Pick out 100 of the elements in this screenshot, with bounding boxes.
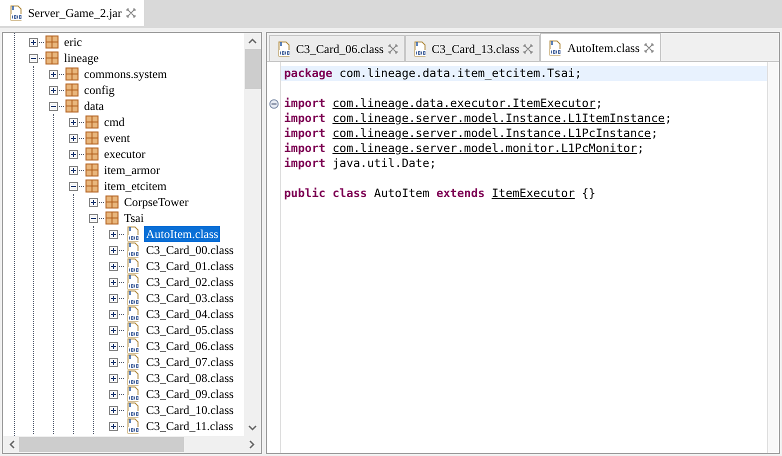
- tree-item[interactable]: eric: [62, 34, 84, 50]
- code-line: import java.util.Date;: [284, 154, 436, 172]
- expand-toggle-icon[interactable]: [109, 262, 118, 270]
- tree-item[interactable]: C3_Card_02.class: [144, 274, 236, 290]
- expand-toggle-icon[interactable]: [49, 86, 58, 94]
- class-file-icon: [125, 274, 141, 290]
- code-line: import com.lineage.server.model.monitor.L1PcMonitor;: [284, 140, 644, 157]
- tree-item[interactable]: C3_Card_07.class: [144, 354, 236, 370]
- jar-tab[interactable]: Server_Game_2.jar: [0, 0, 144, 26]
- horizontal-scrollbar[interactable]: [3, 436, 261, 453]
- expand-toggle-icon[interactable]: [109, 390, 118, 398]
- expand-toggle-icon[interactable]: [29, 38, 38, 46]
- tree-item[interactable]: executor: [102, 146, 148, 162]
- tree-item[interactable]: C3_Card_00.class: [144, 242, 236, 258]
- close-icon[interactable]: [126, 8, 136, 18]
- tree-item[interactable]: C3_Card_05.class: [144, 322, 236, 338]
- package-icon: [85, 179, 99, 193]
- class-file-icon: [125, 242, 141, 258]
- tree-item[interactable]: C3_Card_06.class: [144, 338, 236, 354]
- tree-item[interactable]: CorpseTower: [122, 194, 190, 210]
- tree-item[interactable]: AutoItem.class: [144, 226, 220, 242]
- scroll-left-icon[interactable]: [9, 440, 15, 449]
- editor-tab[interactable]: AutoItem.class: [540, 33, 661, 61]
- expand-toggle-icon[interactable]: [109, 374, 118, 382]
- tree-item[interactable]: C3_Card_01.class: [144, 258, 236, 274]
- expand-toggle-icon[interactable]: [109, 358, 118, 366]
- close-icon[interactable]: [388, 44, 398, 54]
- package-icon: [105, 195, 119, 209]
- expand-toggle-icon[interactable]: [69, 134, 78, 142]
- package-icon: [85, 115, 99, 129]
- tree-item[interactable]: C3_Card_10.class: [144, 402, 236, 418]
- expand-toggle-icon[interactable]: [109, 278, 118, 286]
- package-icon: [45, 51, 59, 65]
- expand-toggle-icon[interactable]: [109, 310, 118, 318]
- tree-item[interactable]: lineage: [62, 50, 101, 66]
- tree-item[interactable]: item_armor: [102, 162, 162, 178]
- class-file-icon: [125, 306, 141, 322]
- package-icon: [105, 211, 119, 225]
- close-icon[interactable]: [523, 44, 534, 54]
- package-icon: [85, 163, 99, 177]
- expand-toggle-icon[interactable]: [49, 70, 58, 78]
- expand-toggle-icon[interactable]: [109, 342, 118, 350]
- collapse-toggle-icon[interactable]: [29, 54, 38, 62]
- class-file-icon: [125, 418, 141, 434]
- editor-tab[interactable]: C3_Card_06.class: [269, 35, 405, 61]
- expand-toggle-icon[interactable]: [109, 230, 118, 238]
- tree-item[interactable]: item_etcitem: [102, 178, 169, 194]
- class-file-icon: [276, 40, 292, 56]
- tree-item[interactable]: C3_Card_11.class: [144, 418, 236, 434]
- tree-item[interactable]: data: [82, 98, 106, 114]
- package-icon: [65, 99, 79, 113]
- editor-tab[interactable]: C3_Card_13.class: [404, 35, 540, 61]
- tree-item[interactable]: C3_Card_08.class: [144, 370, 236, 386]
- tree-item[interactable]: event: [102, 130, 132, 146]
- vertical-scrollbar[interactable]: [244, 33, 261, 436]
- package-icon: [45, 35, 59, 49]
- class-file-icon: [125, 322, 141, 338]
- expand-toggle-icon[interactable]: [109, 326, 118, 334]
- collapse-toggle-icon[interactable]: [69, 182, 78, 190]
- expand-toggle-icon[interactable]: [109, 294, 118, 302]
- collapse-toggle-icon[interactable]: [89, 214, 98, 222]
- expand-toggle-icon[interactable]: [109, 422, 118, 430]
- expand-toggle-icon[interactable]: [69, 150, 78, 158]
- code-line: public class AutoItem extends ItemExecutor {}: [284, 184, 596, 202]
- tree-item[interactable]: Tsai: [122, 210, 146, 226]
- package-icon: [85, 131, 99, 145]
- code-line: import com.lineage.server.model.Instance.L1ItemInstance;: [284, 110, 672, 127]
- class-file-icon: [412, 40, 428, 56]
- expand-toggle-icon[interactable]: [69, 118, 78, 126]
- scrollbar-thumb[interactable]: [244, 49, 260, 89]
- expand-toggle-icon[interactable]: [109, 406, 118, 414]
- expand-toggle-icon[interactable]: [69, 166, 78, 174]
- scrollbar-thumb[interactable]: [19, 437, 184, 452]
- scroll-right-icon[interactable]: [249, 440, 255, 449]
- class-file-icon: [125, 226, 141, 242]
- code-line: import com.lineage.data.executor.ItemExecutor;: [284, 94, 603, 112]
- expand-toggle-icon[interactable]: [109, 246, 118, 254]
- class-file-icon: [125, 290, 141, 306]
- tree-item[interactable]: C3_Card_04.class: [144, 306, 236, 322]
- expand-toggle-icon[interactable]: [89, 198, 98, 206]
- tree-item[interactable]: cmd: [102, 114, 127, 130]
- class-file-icon: [8, 5, 24, 21]
- class-file-icon: [125, 354, 141, 370]
- tree-item[interactable]: config: [82, 82, 117, 98]
- collapse-toggle-icon[interactable]: [49, 102, 58, 110]
- fold-icon[interactable]: [268, 98, 278, 108]
- close-icon[interactable]: [644, 42, 654, 52]
- class-file-icon: [125, 370, 141, 386]
- code-line: package com.lineage.data.item_etcitem.Tsai;: [284, 64, 582, 82]
- class-file-icon: [547, 40, 564, 56]
- class-file-icon: [125, 402, 141, 418]
- scroll-up-icon[interactable]: [248, 38, 257, 44]
- tree-item[interactable]: C3_Card_09.class: [144, 386, 236, 402]
- class-file-icon: [125, 386, 141, 402]
- code-line: import com.lineage.server.model.Instance.L1PcInstance;: [284, 124, 658, 142]
- class-file-icon: [125, 338, 141, 354]
- class-file-icon: [125, 258, 141, 274]
- tree-item[interactable]: commons.system: [82, 66, 169, 82]
- scroll-down-icon[interactable]: [248, 425, 257, 431]
- tree-item[interactable]: C3_Card_03.class: [144, 290, 236, 306]
